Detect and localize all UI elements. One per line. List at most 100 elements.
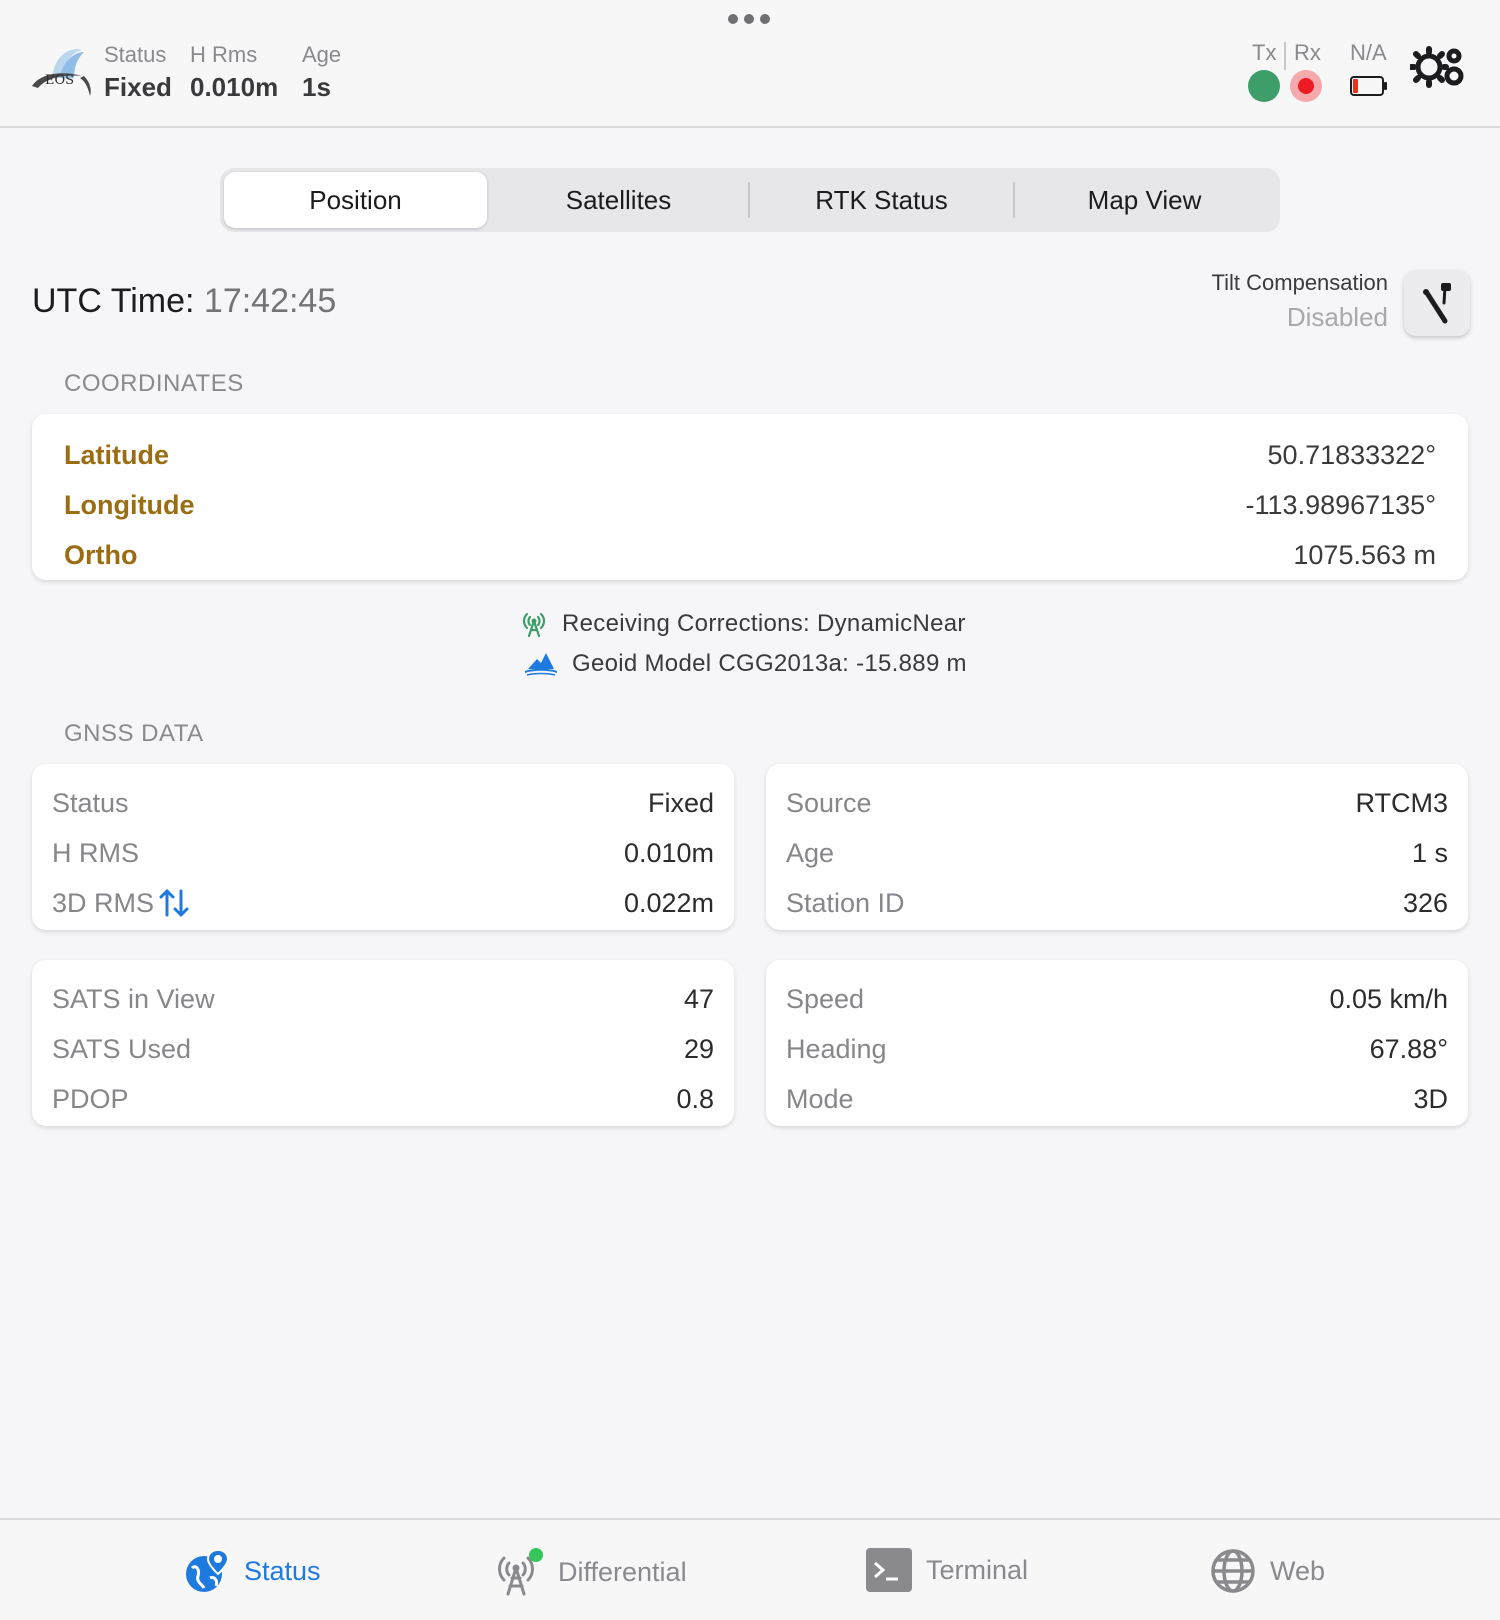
gnss-status-value: Fixed: [647, 787, 714, 818]
utc-time-label: UTC Time:: [32, 282, 195, 320]
sats-used-value: 29: [683, 1033, 714, 1064]
gnss-hrms-value: 0.010m: [623, 837, 714, 868]
speed-label: Speed: [786, 983, 865, 1014]
sats-used-label: SATS Used: [52, 1033, 192, 1064]
latitude-value: 50.71833322°: [1267, 439, 1436, 470]
tab-rtk-status[interactable]: RTK Status: [750, 172, 1013, 228]
gnss-row: Source RTCM3: [786, 778, 1448, 828]
gnss-row: Status Fixed: [52, 778, 714, 828]
header-hrms: H Rms 0.010m: [190, 42, 278, 103]
bottom-tab-bar: Status Differential Terminal Web: [0, 1518, 1500, 1620]
gnss-card-motion: Speed 0.05 km/h Heading 67.88° Mode 3D: [766, 960, 1468, 1126]
gnss-card-source: Source RTCM3 Age 1 s Station ID 326: [766, 764, 1468, 930]
ortho-value: 1075.563 m: [1293, 539, 1436, 570]
antenna-tower-icon: [498, 1548, 543, 1596]
rx-label: Rx: [1294, 40, 1321, 65]
coordinate-row-ortho: Ortho 1075.563 m: [64, 530, 1436, 580]
header-age-value: 1s: [302, 72, 331, 102]
gnss-row: PDOP 0.8: [52, 1074, 714, 1124]
gnss-row: SATS Used 29: [52, 1024, 714, 1074]
geoid-model: Geoid Model CGG2013a: -15.889 m: [524, 650, 967, 678]
tilt-compensation-label: Tilt Compensation: [1211, 270, 1388, 295]
tab-separator: [1013, 182, 1015, 218]
header-hrms-label: H Rms: [190, 42, 258, 67]
gnss-age-label: Age: [786, 837, 835, 868]
globe-icon: [1211, 1549, 1255, 1593]
gnss-source-value: RTCM3: [1355, 787, 1448, 818]
swap-arrows-icon[interactable]: [158, 888, 190, 918]
nav-web-label: Web: [1270, 1555, 1326, 1586]
geoid-icon: [525, 653, 557, 676]
nav-terminal[interactable]: Terminal: [866, 1548, 1028, 1592]
tab-position[interactable]: Position: [224, 172, 487, 228]
nav-differential-label: Differential: [558, 1556, 687, 1587]
nav-status-label: Status: [244, 1555, 321, 1586]
sats-in-view-value: 47: [683, 983, 714, 1014]
top-status-bar: EOS Status Fixed H Rms 0.010m Age 1s Tx …: [0, 0, 1500, 128]
gnss-row: Heading 67.88°: [786, 1024, 1448, 1074]
gnss-3drms-value: 0.022m: [623, 887, 714, 918]
header-status-label: Status: [104, 42, 167, 67]
heading-value: 67.88°: [1369, 1033, 1448, 1064]
sats-in-view-label: SATS in View: [52, 983, 215, 1014]
gnss-row: Age 1 s: [786, 828, 1448, 878]
settings-gear-icon[interactable]: [1410, 46, 1468, 92]
gnss-source-label: Source: [786, 787, 872, 818]
heading-label: Heading: [786, 1033, 887, 1064]
gnss-section-label: GNSS DATA: [64, 720, 204, 747]
mode-label: Mode: [786, 1083, 854, 1114]
gnss-station-id-value: 326: [1402, 887, 1448, 918]
coordinate-row-longitude: Longitude -113.98967135°: [64, 480, 1436, 530]
header-age: Age 1s: [302, 42, 341, 103]
gnss-card-satellites: SATS in View 47 SATS Used 29 PDOP 0.8: [32, 960, 734, 1126]
utc-time: UTC Time: 17:42:45: [32, 282, 336, 321]
mode-value: 3D: [1413, 1083, 1448, 1114]
gnss-row: SATS in View 47: [52, 974, 714, 1024]
ortho-label: Ortho: [64, 539, 138, 570]
gnss-row: H RMS 0.010m: [52, 828, 714, 878]
gnss-hrms-label: H RMS: [52, 837, 139, 868]
tilt-compensation-button[interactable]: [1404, 270, 1470, 336]
header-status: Status Fixed: [104, 42, 172, 103]
gnss-age-value: 1 s: [1411, 837, 1448, 868]
coordinates-section-label: COORDINATES: [64, 370, 244, 397]
coordinates-card: Latitude 50.71833322° Longitude -113.989…: [32, 414, 1468, 580]
tx-indicator: [1248, 70, 1280, 102]
gnss-station-id-label: Station ID: [786, 887, 905, 918]
gnss-row: Mode 3D: [786, 1074, 1448, 1124]
corrections-text: Receiving Corrections: DynamicNear: [562, 610, 966, 637]
tab-map-view[interactable]: Map View: [1013, 172, 1276, 228]
rx-indicator: [1290, 70, 1322, 102]
gnss-card-accuracy: Status Fixed H RMS 0.010m 3D RMS 0.022m: [32, 764, 734, 930]
header-age-label: Age: [302, 42, 342, 67]
coordinate-row-latitude: Latitude 50.71833322°: [64, 430, 1436, 480]
svg-text:EOS: EOS: [45, 73, 74, 88]
header-status-value: Fixed: [104, 72, 172, 102]
txrx-divider: [1284, 42, 1286, 70]
nav-web[interactable]: Web: [1210, 1548, 1325, 1594]
tab-separator: [748, 182, 750, 218]
geoid-text: Geoid Model CGG2013a: -15.889 m: [572, 650, 967, 677]
view-segmented-control: Position Satellites RTK Status Map View: [220, 168, 1280, 232]
gnss-row: Station ID 326: [786, 878, 1448, 928]
antenna-icon: [522, 612, 546, 638]
battery-icon: [1350, 76, 1387, 96]
nav-status[interactable]: Status: [184, 1548, 321, 1594]
nav-terminal-label: Terminal: [926, 1554, 1029, 1585]
utc-time-value: 17:42:45: [203, 282, 337, 320]
latitude-label: Latitude: [64, 439, 169, 470]
gnss-status-label: Status: [52, 787, 129, 818]
gnss-row: Speed 0.05 km/h: [786, 974, 1448, 1024]
longitude-label: Longitude: [64, 489, 195, 520]
window-grabber[interactable]: [728, 14, 770, 24]
gnss-row: 3D RMS 0.022m: [52, 878, 714, 928]
tilt-compensation-value: Disabled: [1286, 302, 1388, 332]
corrections-status: Receiving Corrections: DynamicNear: [520, 610, 966, 638]
pdop-value: 0.8: [676, 1083, 714, 1114]
nav-differential[interactable]: Differential: [494, 1548, 687, 1596]
tilt-pole-icon: [1423, 283, 1451, 324]
speed-value: 0.05 km/h: [1329, 983, 1448, 1014]
gnss-3drms-toggle[interactable]: 3D RMS: [52, 888, 190, 919]
terminal-icon: [866, 1548, 912, 1592]
tab-satellites[interactable]: Satellites: [487, 172, 750, 228]
